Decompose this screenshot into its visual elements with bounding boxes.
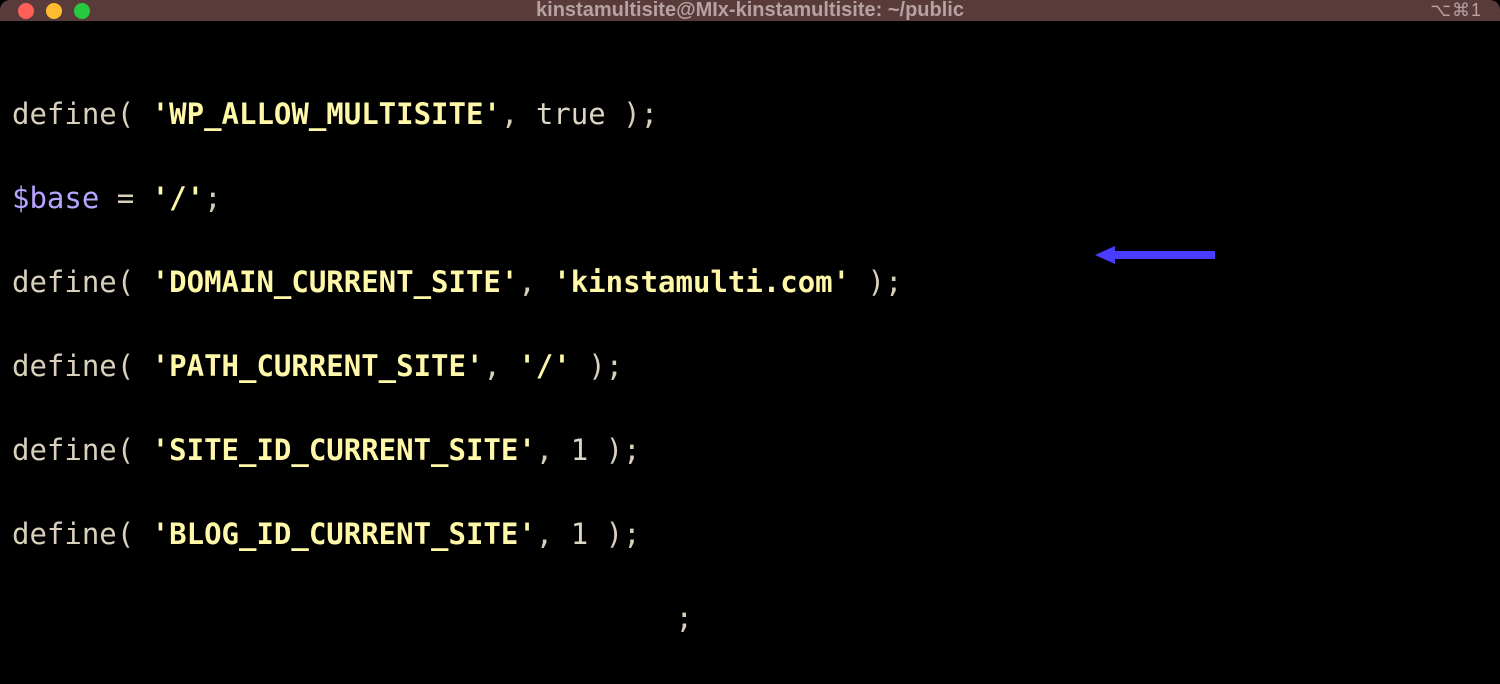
titlebar: kinstamultisite@MIx-kinstamultisite: ~/p…: [0, 0, 1500, 21]
shortcut-hint: ⌥⌘1: [1430, 0, 1482, 21]
code-line: define( 'SITE_ID_CURRENT_SITE', 1 );: [12, 429, 1488, 471]
code-line: define( 'DOMAIN_CURRENT_SITE', 'kinstamu…: [12, 261, 1488, 303]
code-line: $base = '/';: [12, 177, 1488, 219]
maximize-icon[interactable]: [74, 3, 90, 19]
code-line: define( 'PATH_CURRENT_SITE', '/' );: [12, 345, 1488, 387]
code-line: define( 'BLOG_ID_CURRENT_SITE', 1 );: [12, 513, 1488, 555]
code-line: define( 'WP_ALLOW_MULTISITE', true );: [12, 93, 1488, 135]
close-icon[interactable]: [18, 3, 34, 19]
window-controls: [18, 3, 90, 19]
window-title: kinstamultisite@MIx-kinstamultisite: ~/p…: [0, 0, 1500, 22]
terminal-window: kinstamultisite@MIx-kinstamultisite: ~/p…: [0, 0, 1500, 684]
minimize-icon[interactable]: [46, 3, 62, 19]
terminal-body[interactable]: define( 'WP_ALLOW_MULTISITE', true ); $b…: [0, 21, 1500, 684]
code-line: ;: [12, 597, 1488, 639]
